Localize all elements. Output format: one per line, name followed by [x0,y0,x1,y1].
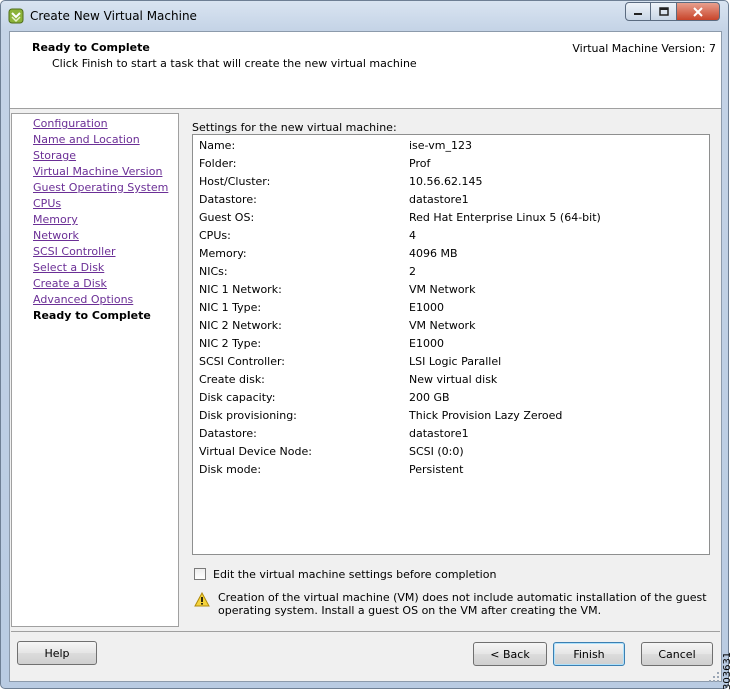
nav-item-memory[interactable]: Memory [33,213,78,226]
step-title: Ready to Complete [32,41,150,54]
settings-summary-list[interactable]: Name: ise-vm_123 Folder: Prof Host/Cluster… [192,134,710,555]
nav-item-guest-os[interactable]: Guest Operating System [33,181,168,194]
resize-grip-icon[interactable] [708,671,720,683]
nav-item-ready-to-complete: Ready to Complete [33,309,151,322]
nav-item-name-and-location[interactable]: Name and Location [33,133,140,146]
settings-row: Disk provisioning: Thick Provision Lazy Z… [199,409,563,422]
settings-row: Datastore: datastore1 [199,193,469,206]
guest-os-warning-text: Creation of the virtual machine (VM) doe… [218,591,707,617]
close-button[interactable] [677,2,720,21]
nav-item-cpus[interactable]: CPUs [33,197,61,210]
nav-item-create-disk[interactable]: Create a Disk [33,277,107,290]
edit-settings-checkbox[interactable] [194,568,206,580]
warning-icon [194,592,210,607]
step-subtitle: Click Finish to start a task that will c… [52,57,417,70]
settings-row: NIC 1 Network: VM Network [199,283,476,296]
minimize-icon [634,12,642,15]
settings-row: Disk mode: Persistent [199,463,464,476]
settings-row: Host/Cluster: 10.56.62.145 [199,175,483,188]
settings-row: NIC 2 Network: VM Network [199,319,476,332]
maximize-button[interactable] [651,2,677,21]
settings-row: NIC 1 Type: E1000 [199,301,444,314]
settings-row: NIC 2 Type: E1000 [199,337,444,350]
window-title: Create New Virtual Machine [30,9,197,23]
footer-divider [11,631,720,632]
window-controls [625,2,720,22]
vsphere-app-icon [8,8,24,24]
minimize-button[interactable] [625,2,651,21]
back-button[interactable]: < Back [473,642,547,666]
settings-heading: Settings for the new virtual machine: [192,121,397,134]
settings-row: Datastore: datastore1 [199,427,469,440]
wizard-client-area: Ready to Complete Click Finish to start … [9,31,722,682]
title-bar[interactable]: Create New Virtual Machine [1,1,728,31]
settings-row: CPUs: 4 [199,229,416,242]
settings-row: SCSI Controller: LSI Logic Parallel [199,355,502,368]
settings-row: NICs: 2 [199,265,416,278]
settings-row: Disk capacity: 200 GB [199,391,450,404]
help-button[interactable]: Help [17,641,97,665]
edit-settings-label[interactable]: Edit the virtual machine settings before… [213,568,496,581]
settings-row: Create disk: New virtual disk [199,373,498,386]
cancel-button[interactable]: Cancel [641,642,713,666]
wizard-window: Create New Virtual Machine Ready to Comp… [0,0,729,689]
vm-version-label: Virtual Machine Version: 7 [572,42,716,55]
nav-item-storage[interactable]: Storage [33,149,76,162]
settings-row: Virtual Device Node: SCSI (0:0) [199,445,464,458]
nav-item-network[interactable]: Network [33,229,79,242]
nav-item-vm-version[interactable]: Virtual Machine Version [33,165,162,178]
settings-row: Name: ise-vm_123 [199,139,472,152]
settings-row: Memory: 4096 MB [199,247,458,260]
maximize-icon [658,6,669,16]
nav-item-configuration[interactable]: Configuration [33,117,108,130]
nav-item-advanced-options[interactable]: Advanced Options [33,293,133,306]
finish-button[interactable]: Finish [553,642,625,666]
settings-row: Guest OS: Red Hat Enterprise Linux 5 (64-… [199,211,601,224]
figure-number: 303631 [722,651,733,690]
nav-item-select-disk[interactable]: Select a Disk [33,261,104,274]
nav-item-scsi-controller[interactable]: SCSI Controller [33,245,116,258]
wizard-steps-nav: Configuration Name and Location Storage … [11,113,179,627]
close-icon [693,6,703,17]
settings-row: Folder: Prof [199,157,431,170]
wizard-header: Ready to Complete Click Finish to start … [10,32,721,109]
